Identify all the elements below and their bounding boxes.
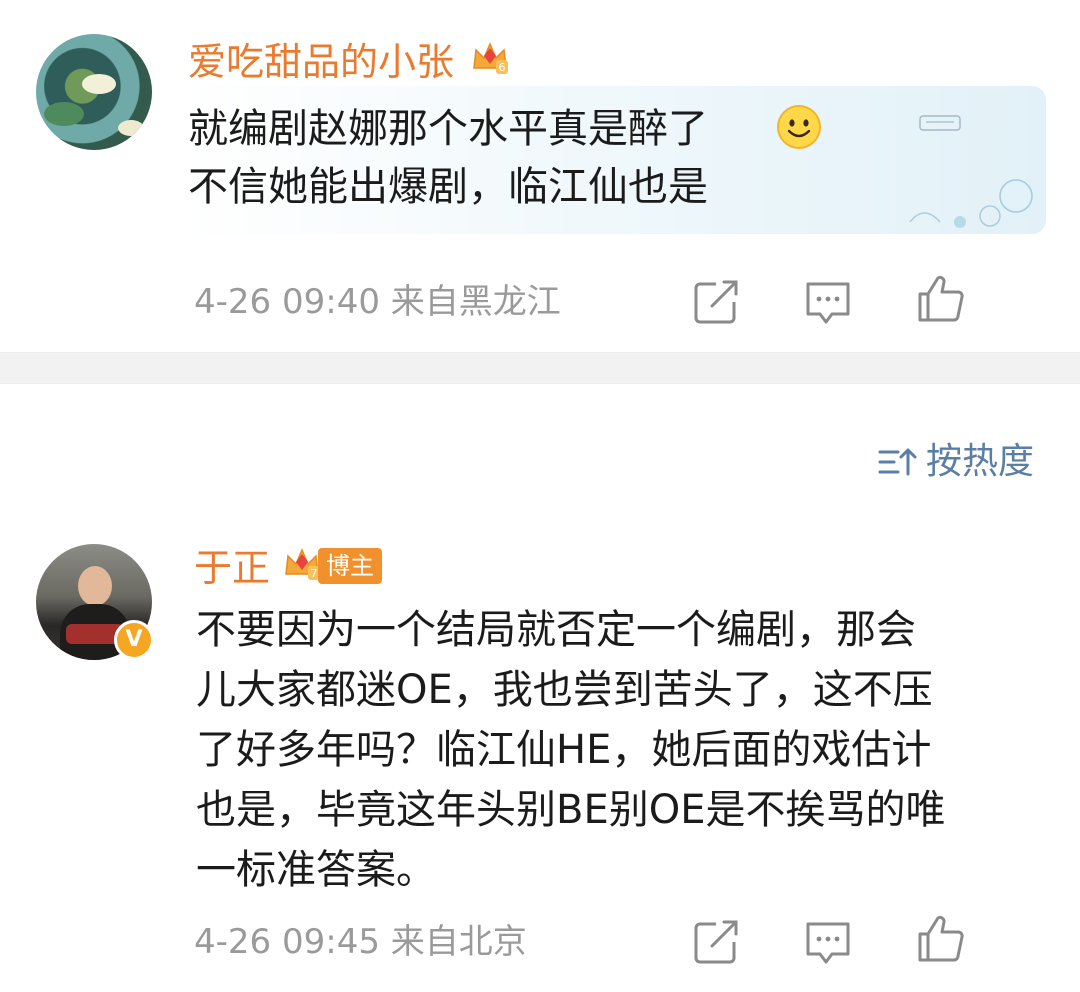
lotus-flower — [118, 120, 144, 136]
avatar[interactable] — [36, 34, 152, 150]
svg-text:7: 7 — [311, 567, 318, 580]
member-crown-icon: 6 — [473, 42, 508, 74]
lily-pad — [44, 102, 84, 126]
lotus-flower — [82, 74, 116, 94]
share-icon[interactable] — [690, 916, 742, 968]
comment-meta: 4-26 09:40 来自黑龙江 — [194, 282, 561, 322]
smiley-emoji-icon — [777, 105, 821, 149]
comment-text: 就编剧赵娜那个水平真是醉了 — [188, 106, 708, 152]
comment-text-line: 也是，毕竟这年头别BE别OE是不挨骂的唯 — [196, 787, 946, 833]
comment-text-line: 了好多年吗？临江仙HE，她后面的戏估计 — [196, 727, 932, 773]
comment-text-line: 不要因为一个结局就否定一个编剧，那会 — [196, 607, 916, 653]
comment-meta: 4-26 09:45 来自北京 — [194, 922, 527, 962]
section-divider — [0, 352, 1080, 384]
comment-icon[interactable] — [802, 916, 854, 968]
member-crown-icon: 7 — [285, 548, 320, 580]
comment-text: 不信她能出爆剧，临江仙也是 — [188, 164, 708, 210]
comment-text-line: 儿大家都迷OE，我也尝到苦头了，这不压 — [196, 667, 933, 713]
like-icon[interactable] — [914, 272, 966, 324]
sort-label: 按热度 — [925, 441, 1034, 482]
comment-text-line: 一标准答案。 — [196, 847, 436, 893]
comment-icon[interactable] — [802, 276, 854, 328]
avatar-face — [78, 566, 112, 606]
share-icon[interactable] — [690, 276, 742, 328]
sort-icon — [878, 448, 917, 476]
username[interactable]: 爱吃甜品的小张 — [188, 42, 454, 82]
comment-text: 不要因为一个结局就否定一个编剧，那会 儿大家都迷OE，我也尝到苦头了，这不压 了… — [196, 600, 1036, 900]
svg-text:6: 6 — [499, 61, 506, 74]
sort-by-hot-button[interactable]: 按热度 — [878, 442, 1034, 482]
blogger-badge: 博主 — [318, 548, 382, 584]
username[interactable]: 于正 — [194, 548, 270, 588]
like-icon[interactable] — [914, 912, 966, 964]
verified-badge-icon: V — [114, 620, 154, 660]
